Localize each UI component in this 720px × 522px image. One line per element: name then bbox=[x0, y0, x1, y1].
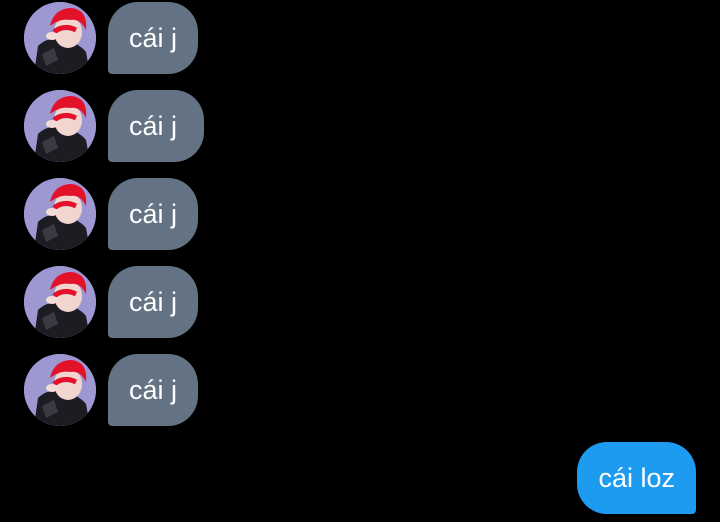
avatar[interactable] bbox=[24, 178, 96, 250]
message-bubble-outgoing[interactable]: cái loz bbox=[577, 442, 696, 514]
message-thread: cái j cái j cái j cái j cái j cái loz bbox=[0, 0, 720, 522]
message-row-incoming: cái j bbox=[24, 266, 199, 338]
avatar[interactable] bbox=[24, 90, 96, 162]
message-bubble-incoming[interactable]: cái j bbox=[108, 266, 199, 338]
message-row-incoming: cái j bbox=[24, 90, 205, 162]
message-row-incoming: cái j bbox=[24, 178, 199, 250]
avatar[interactable] bbox=[24, 2, 96, 74]
message-row-incoming: cái j bbox=[24, 2, 199, 74]
message-row-incoming: cái j bbox=[24, 354, 199, 426]
message-bubble-incoming[interactable]: cái j bbox=[108, 178, 199, 250]
message-bubble-incoming[interactable]: cái j bbox=[108, 90, 205, 162]
avatar[interactable] bbox=[24, 266, 96, 338]
avatar[interactable] bbox=[24, 354, 96, 426]
message-bubble-incoming[interactable]: cái j bbox=[108, 2, 199, 74]
message-row-outgoing: cái loz bbox=[577, 442, 696, 514]
message-bubble-incoming[interactable]: cái j bbox=[108, 354, 199, 426]
